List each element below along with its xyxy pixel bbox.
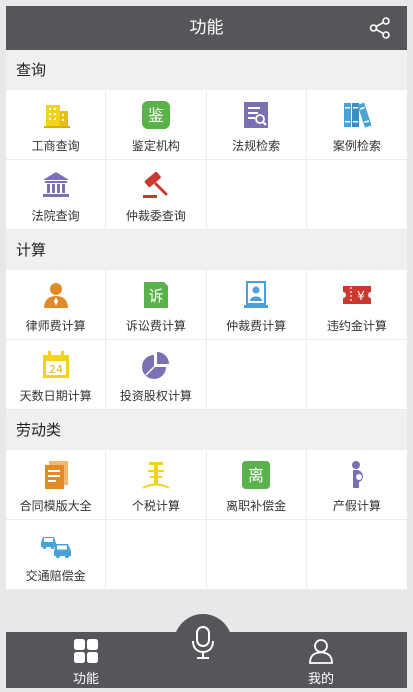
calculate-grid: 律师费计算 诉 诉讼费计算 仲裁费计算 ¥ 违约金计算 24 天数日期计算 投资… xyxy=(6,270,407,410)
grid-item-label: 投资股权计算 xyxy=(119,389,192,403)
regulation-search-icon xyxy=(240,99,272,131)
grid-item-litigation-fee[interactable]: 诉 诉讼费计算 xyxy=(106,270,207,340)
grid-empty-cell xyxy=(206,160,307,230)
grid-item-appraisal-agency[interactable]: 鉴 鉴定机构 xyxy=(106,90,207,160)
grid-item-label: 案例检索 xyxy=(332,139,381,153)
grid-empty-cell xyxy=(106,520,207,590)
calendar-day-glyph: 24 xyxy=(49,363,63,376)
appraisal-glyph: 鉴 xyxy=(148,106,164,125)
voice-input-button[interactable] xyxy=(174,614,232,672)
grid-empty-cell xyxy=(306,340,407,410)
grid-item-arbitration-fee[interactable]: 仲裁费计算 xyxy=(206,270,307,340)
grid-item-lawyer-fee[interactable]: 律师费计算 xyxy=(6,270,107,340)
section-header-labor: 劳动类 xyxy=(6,410,407,450)
grid-item-label: 仲裁委查询 xyxy=(125,209,186,223)
grid-item-traffic-compensation[interactable]: 交通赔偿金 xyxy=(6,520,107,590)
nav-tab-label: 我的 xyxy=(307,672,334,687)
lawyer-icon xyxy=(40,279,72,311)
grid-item-arbitration-committee-query[interactable]: 仲裁委查询 xyxy=(106,160,207,230)
grid-item-maternity-leave[interactable]: 产假计算 xyxy=(306,450,407,520)
calendar-icon: 24 xyxy=(40,349,72,381)
grid-item-regulation-search[interactable]: 法规检索 xyxy=(206,90,307,160)
function-list: 查询 工商查询 鉴 鉴定机构 法规检索 案例检索 法院查询 仲裁委查询 计算 律… xyxy=(6,50,407,590)
grid-item-label: 个税计算 xyxy=(131,499,180,513)
arbitration-fee-icon xyxy=(240,279,272,311)
grid-item-contract-templates[interactable]: 合同模版大全 xyxy=(6,450,107,520)
nav-tab-label: 功能 xyxy=(72,672,99,687)
grid-item-income-tax[interactable]: 个税计算 xyxy=(106,450,207,520)
grid-item-case-search[interactable]: 案例检索 xyxy=(306,90,407,160)
grid-item-label: 鉴定机构 xyxy=(131,139,180,153)
microphone-icon xyxy=(192,626,214,659)
court-icon xyxy=(40,169,72,201)
appraisal-icon: 鉴 xyxy=(140,99,172,131)
cars-icon xyxy=(40,529,72,561)
grid-item-label: 诉讼费计算 xyxy=(125,319,186,333)
share-icon[interactable] xyxy=(369,17,391,39)
yen-glyph: ¥ xyxy=(357,289,365,303)
grid-item-label: 法院查询 xyxy=(31,209,80,223)
grid-item-label: 法规检索 xyxy=(232,139,281,153)
grid-empty-cell xyxy=(206,520,307,590)
labor-grid: 合同模版大全 个税计算 离 离职补偿金 产假计算 交通赔偿金 xyxy=(6,450,407,590)
grid-item-penalty[interactable]: ¥ 违约金计算 xyxy=(306,270,407,340)
building-icon xyxy=(40,99,72,131)
litigation-glyph: 诉 xyxy=(148,287,163,305)
grid-item-label: 律师费计算 xyxy=(25,319,86,333)
grid-item-label: 产假计算 xyxy=(332,499,381,513)
grid-item-label: 离职补偿金 xyxy=(226,499,287,513)
user-icon xyxy=(308,638,334,664)
grid-item-business-query[interactable]: 工商查询 xyxy=(6,90,107,160)
gavel-icon xyxy=(140,169,172,201)
grid-item-court-query[interactable]: 法院查询 xyxy=(6,160,107,230)
books-icon xyxy=(341,99,373,131)
title-bar: 功能 xyxy=(6,6,407,50)
pregnancy-icon xyxy=(341,459,373,491)
resignation-glyph: 离 xyxy=(248,466,264,485)
section-header-query: 查询 xyxy=(6,50,407,90)
ticket-yen-icon: ¥ xyxy=(341,279,373,311)
grid-item-label: 工商查询 xyxy=(31,139,80,153)
pie-chart-icon xyxy=(140,349,172,381)
grid-item-label: 交通赔偿金 xyxy=(25,569,86,583)
grid-empty-cell xyxy=(306,160,407,230)
page-title: 功能 xyxy=(189,18,224,38)
grid-item-date-calc[interactable]: 24 天数日期计算 xyxy=(6,340,107,410)
nav-tab-mine[interactable]: 我的 xyxy=(271,632,371,688)
grid-item-label: 违约金计算 xyxy=(326,319,387,333)
grid-icon xyxy=(73,638,99,664)
grid-item-label: 合同模版大全 xyxy=(19,499,92,513)
query-grid: 工商查询 鉴 鉴定机构 法规检索 案例检索 法院查询 仲裁委查询 xyxy=(6,90,407,230)
grid-empty-cell xyxy=(306,520,407,590)
grid-item-label: 天数日期计算 xyxy=(19,389,92,403)
section-header-calculate: 计算 xyxy=(6,230,407,270)
tax-icon xyxy=(140,459,172,491)
grid-item-severance-pay[interactable]: 离 离职补偿金 xyxy=(206,450,307,520)
litigation-fee-icon: 诉 xyxy=(140,279,172,311)
grid-empty-cell xyxy=(206,340,307,410)
nav-tab-function[interactable]: 功能 xyxy=(36,632,136,688)
resignation-icon: 离 xyxy=(240,459,272,491)
grid-item-label: 仲裁费计算 xyxy=(226,319,287,333)
grid-item-equity-calc[interactable]: 投资股权计算 xyxy=(106,340,207,410)
contract-icon xyxy=(40,459,72,491)
